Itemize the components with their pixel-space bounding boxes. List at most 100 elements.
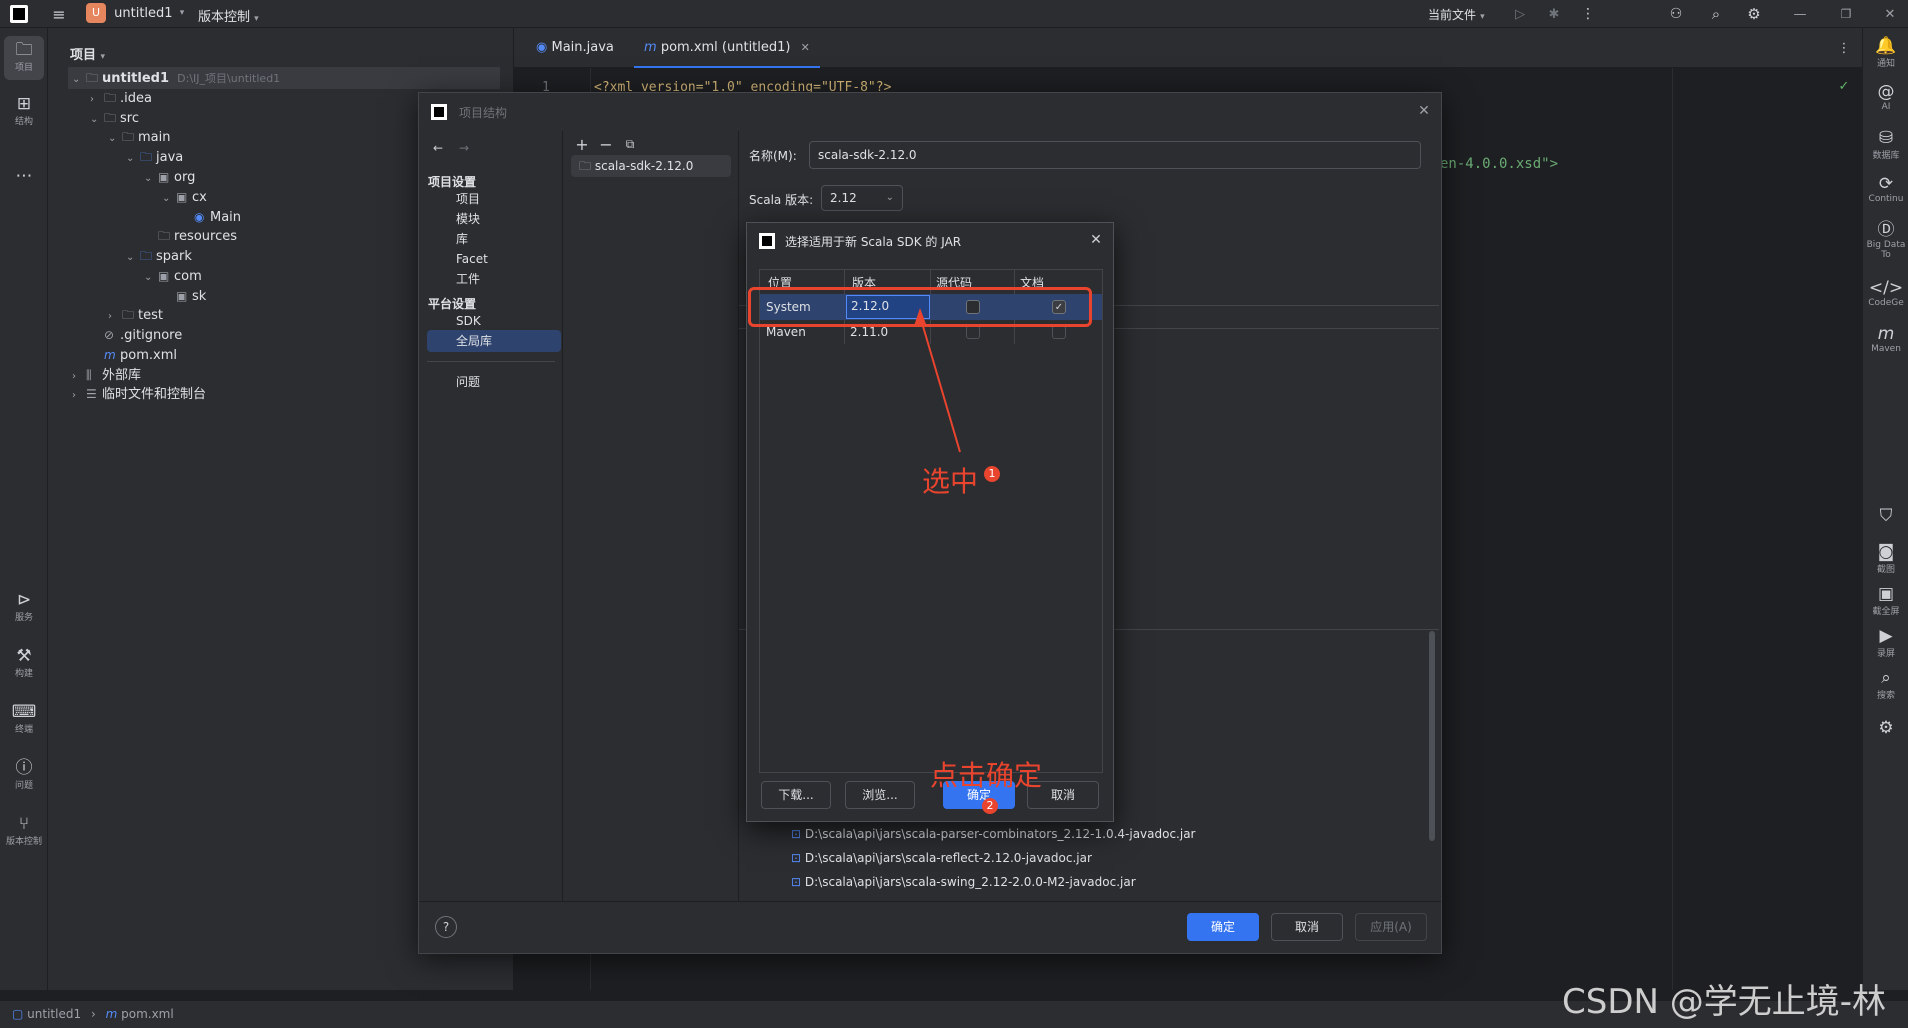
settings-button[interactable]: ⚙ <box>1863 718 1908 738</box>
more-vertical-icon[interactable]: ⋮ <box>1578 4 1598 24</box>
scrollbar-thumb[interactable] <box>1429 631 1435 841</box>
tree-node[interactable]: › ☰ 临时文件和控制台 <box>72 383 206 405</box>
nav-item-libraries[interactable]: 库 <box>427 228 561 250</box>
add-user-icon[interactable]: ⚇ <box>1666 4 1686 24</box>
forward-arrow-icon[interactable]: → <box>455 139 473 157</box>
docs-checkbox[interactable] <box>1052 325 1066 339</box>
copy-icon[interactable]: ⧉ <box>621 135 639 153</box>
tab-main-java[interactable]: ◉ Main.java <box>526 28 624 68</box>
tool-label: 截图 <box>1876 565 1895 575</box>
tool-build-button[interactable]: ⚒ 构建 <box>4 646 44 690</box>
tree-node[interactable]: m pom.xml <box>104 344 177 366</box>
tree-node[interactable]: ⌄ 🗀 java <box>126 146 183 168</box>
tool-terminal-button[interactable]: ⌨ 终端 <box>4 702 44 746</box>
back-arrow-icon[interactable]: ← <box>429 139 447 157</box>
tree-node[interactable]: ⌄ ▣ cx <box>162 186 207 208</box>
nav-divider <box>427 361 555 362</box>
tool-problems-button[interactable]: ⓘ 问题 <box>4 758 44 802</box>
help-icon[interactable]: ? <box>435 916 457 938</box>
tree-label: .gitignore <box>120 328 183 343</box>
codegeex-button[interactable]: </> CodeGe <box>1863 278 1908 308</box>
project-panel-title[interactable]: 项目 ▾ <box>70 44 105 63</box>
ai-button[interactable]: @ AI <box>1863 82 1908 112</box>
apply-button[interactable]: 应用(A) <box>1355 913 1427 941</box>
search-tool-button[interactable]: ⌕ 搜索 <box>1863 668 1908 701</box>
library-item-selected[interactable]: 🗀 scala-sdk-2.12.0 <box>571 155 731 177</box>
continue-button[interactable]: ⟳ Continu <box>1863 174 1908 204</box>
button-label: 浏览... <box>862 788 898 802</box>
more-tools-button[interactable]: ⋯ <box>4 166 44 190</box>
restore-icon[interactable]: ❐ <box>1836 4 1856 24</box>
big-data-tools-button[interactable]: Ⓓ Big Data To <box>1863 220 1908 260</box>
chevron-down-icon: ▾ <box>1480 12 1485 22</box>
record-button[interactable]: ▶ 录屏 <box>1863 626 1908 659</box>
scala-version-select[interactable]: 2.12 ⌄ <box>821 185 903 211</box>
screenshot-button[interactable]: ◙ 截图 <box>1863 542 1908 575</box>
tree-node[interactable]: ▣ sk <box>176 285 206 307</box>
close-icon[interactable]: ✕ <box>1087 231 1105 249</box>
close-icon[interactable]: ✕ <box>1415 102 1433 120</box>
code-fragment[interactable]: en-4.0.0.xsd"> <box>1440 156 1558 172</box>
jar-list-item[interactable]: ⊡ D:\scala\api\jars\scala-swing_2.12-2.0… <box>791 875 1136 889</box>
nav-item-modules[interactable]: 模块 <box>427 208 561 230</box>
tool-structure-button[interactable]: ⊞ 结构 <box>4 90 44 134</box>
tree-node[interactable]: ⌄ 🗀 spark <box>126 245 192 267</box>
database-button[interactable]: ⛁ 数据库 <box>1863 128 1908 161</box>
nav-item-problems[interactable]: 问题 <box>427 371 561 393</box>
tool-label: 数据库 <box>1872 151 1900 161</box>
vcs-menu[interactable]: 版本控制 ▾ <box>198 6 259 25</box>
run-icon[interactable]: ▷ <box>1510 4 1530 24</box>
more-vertical-icon[interactable]: ⋮ <box>1834 38 1854 58</box>
inspection-ok-icon[interactable]: ✓ <box>1836 78 1852 94</box>
maven-button[interactable]: m Maven <box>1863 324 1908 354</box>
browse-button[interactable]: 浏览... <box>845 781 915 809</box>
nav-item-global-libraries[interactable]: 全局库 <box>427 330 561 352</box>
tree-node[interactable]: › 🗀 test <box>108 304 163 326</box>
tree-node[interactable]: ⌄ ▣ com <box>144 265 202 287</box>
fullscreen-screenshot-button[interactable]: ▣ 截全屏 <box>1863 584 1908 617</box>
close-window-icon[interactable]: ✕ <box>1880 4 1900 24</box>
tool-project-button[interactable]: 🗀 项目 <box>4 36 44 80</box>
remove-icon[interactable]: − <box>597 135 615 154</box>
download-button[interactable]: 下载... <box>761 781 831 809</box>
nav-item-facets[interactable]: Facet <box>427 248 561 270</box>
close-tab-icon[interactable]: ✕ <box>801 41 810 54</box>
tree-node[interactable]: › 🗀 .idea <box>90 87 152 109</box>
tree-node[interactable]: ⌄ 🗀 main <box>108 126 170 148</box>
debug-icon[interactable]: ✱ <box>1544 4 1564 24</box>
notifications-button[interactable]: 🔔 通知 <box>1863 36 1908 69</box>
tool-services-button[interactable]: ⊳ 服务 <box>4 590 44 634</box>
nav-item-project[interactable]: 项目 <box>427 188 561 210</box>
settings-gear-icon[interactable]: ⚙ <box>1744 4 1764 24</box>
tree-label: spark <box>156 249 192 264</box>
breadcrumb-project[interactable]: untitled1 <box>27 1007 81 1021</box>
run-config-selector[interactable]: 当前文件 ▾ <box>1428 6 1485 23</box>
nav-label: 库 <box>456 232 469 246</box>
tool-vcs-button[interactable]: ⑂ 版本控制 <box>4 814 44 858</box>
add-icon[interactable]: + <box>573 135 591 154</box>
search-icon[interactable]: ⌕ <box>1706 4 1726 24</box>
project-switcher[interactable]: U untitled1 ▾ <box>86 3 184 25</box>
jar-list-item[interactable]: ⊡ D:\scala\api\jars\scala-parser-combina… <box>791 827 1196 841</box>
tab-pom-xml[interactable]: m pom.xml (untitled1) ✕ <box>634 28 820 68</box>
app-logo-icon[interactable] <box>10 5 28 23</box>
tool-label: 截全屏 <box>1872 607 1900 617</box>
tree-node[interactable]: ⌄ ▣ org <box>144 166 195 188</box>
ok-button[interactable]: 确定 <box>1187 913 1259 941</box>
jar-list-item[interactable]: ⊡ D:\scala\api\jars\scala-reflect-2.12.0… <box>791 851 1092 865</box>
tree-node[interactable]: 🗀 resources <box>144 225 237 247</box>
jar-path: D:\scala\api\jars\scala-reflect-2.12.0-j… <box>804 851 1092 865</box>
dialog-footer: ? 确定 取消 应用(A) <box>419 901 1441 953</box>
nav-item-sdks[interactable]: SDK <box>427 310 561 332</box>
tree-node[interactable]: ⊘ .gitignore <box>104 324 182 346</box>
tree-label: Main <box>210 210 242 225</box>
cancel-button[interactable]: 取消 <box>1271 913 1343 941</box>
help-label: ? <box>442 920 450 934</box>
minimize-icon[interactable]: — <box>1790 4 1810 24</box>
tree-node-root[interactable]: ⌄ 🗀 untitled1 D:\IJ_项目\untitled1 <box>72 67 280 89</box>
shield-button[interactable]: ⛉ <box>1863 506 1908 526</box>
name-field[interactable]: scala-sdk-2.12.0 <box>809 141 1421 169</box>
main-menu-icon[interactable]: ≡ <box>48 3 70 25</box>
nav-item-artifacts[interactable]: 工件 <box>427 268 561 290</box>
breadcrumb-file[interactable]: pom.xml <box>121 1007 174 1021</box>
